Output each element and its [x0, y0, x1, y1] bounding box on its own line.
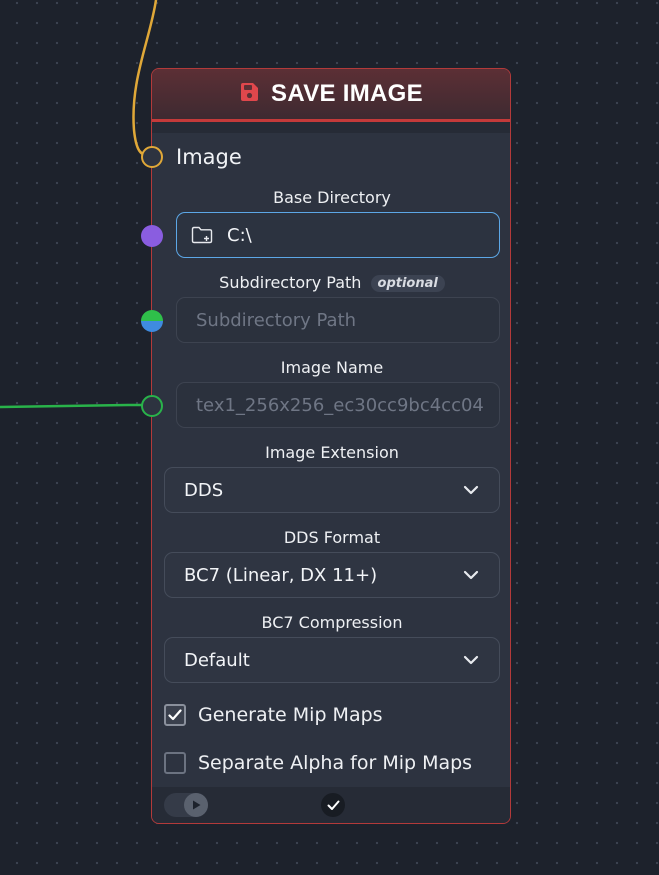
node-header[interactable]: SAVE IMAGE	[152, 69, 510, 122]
run-toggle[interactable]	[164, 793, 208, 817]
image-input-label: Image	[176, 145, 242, 169]
node-footer	[152, 787, 510, 823]
base-directory-socket[interactable]	[141, 225, 163, 247]
save-image-node[interactable]: SAVE IMAGE Image Base Directory C:\ Subd…	[151, 68, 511, 824]
checkbox-checked-icon[interactable]	[164, 704, 186, 726]
image-name-input[interactable]: tex1_256x256_ec30cc9bc4cc04	[176, 382, 500, 428]
chevron-down-icon	[463, 570, 479, 580]
image-name-socket[interactable]	[141, 395, 163, 417]
dds-format-value: BC7 (Linear, DX 11+)	[184, 564, 378, 586]
header-divider	[152, 122, 510, 133]
dds-format-label: DDS Format	[283, 528, 381, 547]
bc7-compression-select[interactable]: Default	[164, 637, 500, 683]
separate-alpha-checkbox[interactable]: Separate Alpha for Mip Maps	[164, 752, 472, 774]
subdirectory-path-label: Subdirectory Path optional	[152, 273, 510, 292]
base-directory-field[interactable]: C:\	[176, 212, 500, 258]
dds-format-select[interactable]: BC7 (Linear, DX 11+)	[164, 552, 500, 598]
optional-badge: optional	[370, 275, 445, 292]
chevron-down-icon	[463, 485, 479, 495]
image-name-placeholder: tex1_256x256_ec30cc9bc4cc04	[196, 394, 484, 416]
checkbox-unchecked-icon[interactable]	[164, 752, 186, 774]
image-name-wire[interactable]	[0, 403, 152, 409]
image-extension-value: DDS	[184, 479, 224, 501]
generate-mip-maps-checkbox[interactable]: Generate Mip Maps	[164, 704, 383, 726]
status-check-icon	[321, 793, 345, 817]
subdirectory-path-input[interactable]: Subdirectory Path	[176, 297, 500, 343]
subdirectory-path-label-text: Subdirectory Path	[219, 273, 362, 292]
node-canvas: SAVE IMAGE Image Base Directory C:\ Subd…	[0, 0, 659, 875]
save-icon	[239, 82, 259, 106]
generate-mip-maps-label: Generate Mip Maps	[198, 704, 383, 726]
image-name-label: Image Name	[280, 358, 384, 377]
chevron-down-icon	[463, 655, 479, 665]
bc7-compression-value: Default	[184, 649, 250, 671]
base-directory-value: C:\	[227, 224, 252, 246]
image-extension-label: Image Extension	[265, 443, 399, 462]
image-extension-select[interactable]: DDS	[164, 467, 500, 513]
base-directory-label: Base Directory	[273, 188, 391, 207]
subdirectory-path-socket[interactable]	[141, 310, 163, 332]
bc7-compression-label: BC7 Compression	[261, 613, 403, 632]
separate-alpha-label: Separate Alpha for Mip Maps	[198, 752, 473, 774]
image-input-socket[interactable]	[141, 146, 163, 168]
play-icon	[184, 793, 208, 817]
folder-add-icon	[191, 226, 213, 244]
node-title: SAVE IMAGE	[271, 80, 423, 107]
subdirectory-path-placeholder: Subdirectory Path	[196, 309, 357, 331]
